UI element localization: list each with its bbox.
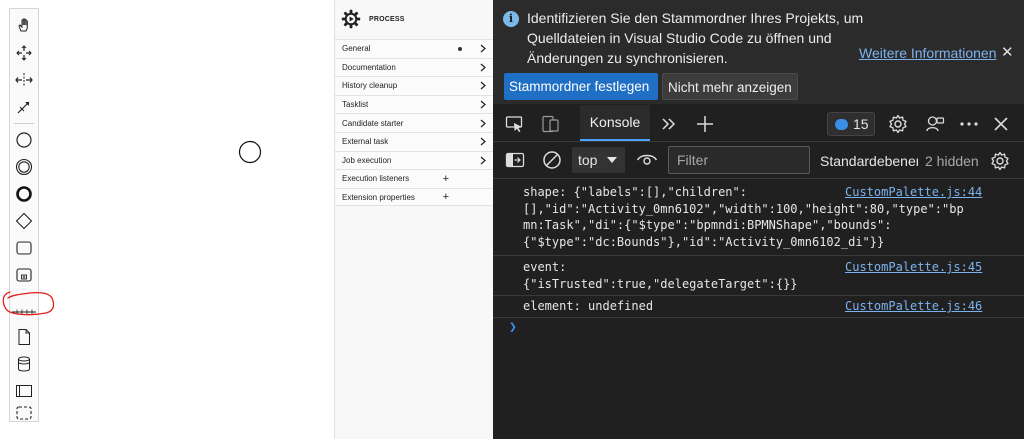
dont-show-again-button[interactable]: Nicht mehr anzeigen [662,73,798,100]
device-emulation-icon[interactable] [540,113,562,135]
global-connect-tool-icon[interactable] [10,95,38,119]
context-value: top [578,152,598,168]
properties-group[interactable]: Execution listeners + [335,169,493,188]
chevron-right-icon [479,63,487,72]
context-selector[interactable]: top [572,147,625,173]
group-label: Candidate starter [342,118,404,128]
chevron-right-icon [479,44,487,53]
console-message: element: undefined CustomPalette.js:46 [493,296,1024,318]
filter-input[interactable] [668,146,810,174]
group-label: Extension properties [342,192,415,202]
console-output: shape: {"labels":[],"children": [],"id":… [493,180,1024,439]
set-root-folder-button[interactable]: Stammordner festlegen [504,73,658,100]
source-link[interactable]: CustomPalette.js:44 [845,184,982,201]
chevron-right-icon [479,119,487,128]
close-icon[interactable]: ✕ [1001,43,1014,61]
process-gear-icon [341,9,361,29]
properties-group[interactable]: Documentation [335,57,493,77]
message-text: element: undefined [523,299,654,313]
console-message: shape: {"labels":[],"children": [],"id":… [493,180,1024,256]
properties-title: PROCESS [369,15,405,23]
group-label: History cleanup [342,81,398,91]
properties-header: PROCESS [335,0,493,38]
end-event-icon[interactable] [10,182,38,206]
chevron-right-icon [479,156,487,165]
group-label: Job execution [342,155,392,165]
properties-group[interactable]: Tasklist [335,94,493,114]
data-object-icon[interactable] [10,325,38,349]
modeler-canvas[interactable] [0,0,334,439]
gateway-icon[interactable] [10,209,38,233]
add-icon[interactable]: + [443,192,449,203]
participant-icon[interactable] [10,379,38,403]
properties-group[interactable]: History cleanup [335,76,493,95]
annotation-scribble [2,291,55,316]
properties-group[interactable]: Candidate starter [335,113,493,132]
tool-palette [9,8,39,422]
devtools-tabbar: Konsole 15 [493,105,1024,142]
more-tabs-icon[interactable] [658,113,680,135]
add-tab-icon[interactable] [694,113,716,135]
live-expression-eye-icon[interactable] [636,149,658,171]
devtools-pane: i Identifizieren Sie den Stammordner Ihr… [493,0,1024,439]
caret-down-icon [607,157,617,163]
subprocess-icon[interactable] [10,263,38,287]
canvas-start-event[interactable] [238,140,262,164]
more-options-icon[interactable] [958,113,980,135]
message-text: event: {"isTrusted":true,"delegateTarget… [523,260,798,291]
source-link[interactable]: CustomPalette.js:46 [845,298,982,315]
info-message: Identifizieren Sie den Stammordner Ihres… [527,10,864,66]
info-icon: i [503,11,519,27]
lasso-tool-icon[interactable] [10,41,38,65]
group-label: Documentation [342,62,396,72]
console-settings-icon[interactable] [989,150,1011,172]
learn-more-link[interactable]: Weitere Informationen [859,45,996,61]
properties-group[interactable]: Job execution [335,150,493,170]
inspect-element-icon[interactable] [504,113,526,135]
issues-count: 15 [853,116,869,132]
info-bar: i Identifizieren Sie den Stammordner Ihr… [493,0,1024,104]
feedback-icon[interactable] [924,113,946,135]
space-tool-icon[interactable] [10,68,38,92]
source-link[interactable]: CustomPalette.js:45 [845,259,982,276]
hand-tool-icon[interactable] [10,13,38,37]
settings-gear-icon[interactable] [887,113,909,135]
group-label: External task [342,137,389,147]
group-icon[interactable] [10,401,38,425]
console-message: event: {"isTrusted":true,"delegateTarget… [493,256,1024,296]
data-store-icon[interactable] [10,352,38,376]
properties-group[interactable]: Extension properties + [335,187,493,207]
close-devtools-icon[interactable] [990,113,1012,135]
sidebar-toggle-icon[interactable] [504,149,526,171]
group-label: Tasklist [342,100,369,110]
clear-console-icon[interactable] [541,149,563,171]
properties-panel: PROCESS General Documentation History clea… [334,0,493,439]
start-event-icon[interactable] [10,128,38,152]
properties-groups: General Documentation History cleanup Taskl… [335,39,493,207]
console-prompt-icon[interactable]: ❯ [509,320,517,335]
hidden-count: 2 hidden [925,153,979,169]
add-icon[interactable]: + [443,173,449,184]
chevron-right-icon [479,100,487,109]
log-levels-dropdown[interactable]: Standardebenen [820,153,918,169]
group-label: General [342,44,371,54]
tab-console[interactable]: Konsole [580,105,650,141]
chevron-right-icon [479,82,487,90]
console-toolbar: top Standardebenen 2 hidden [493,142,1024,179]
task-icon[interactable] [10,236,38,260]
properties-group[interactable]: External task [335,131,493,151]
chevron-right-icon [479,137,487,146]
group-label: Execution listeners [342,174,410,184]
issues-badge[interactable]: 15 [827,112,875,136]
has-values-dot-icon [458,46,462,51]
issues-icon [835,118,848,130]
properties-group[interactable]: General [335,39,493,58]
intermediate-event-icon[interactable] [10,155,38,179]
